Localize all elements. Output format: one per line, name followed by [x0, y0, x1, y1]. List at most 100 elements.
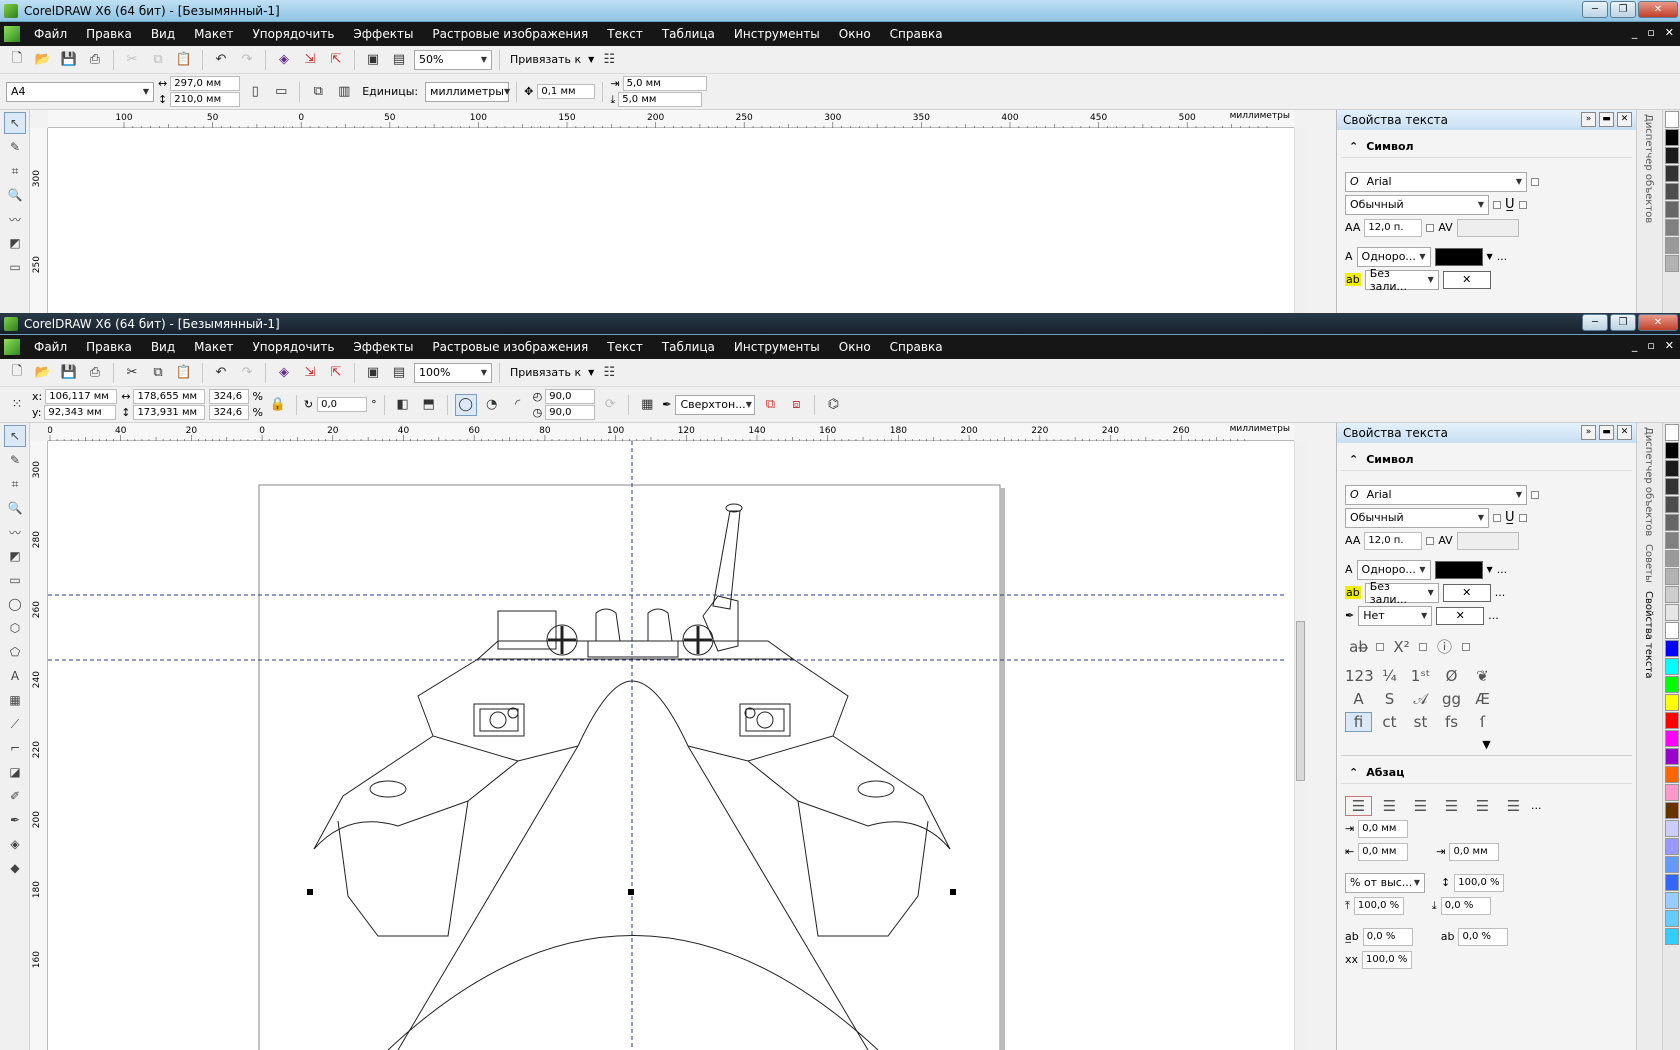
ligature-fs-icon[interactable]: fs	[1438, 713, 1465, 731]
app-launcher-icon[interactable]: ▣	[362, 49, 384, 71]
options-icon[interactable]: ☷	[598, 362, 620, 384]
docker-expand-icon[interactable]: »	[1581, 425, 1596, 440]
font-size-input[interactable]: 12,0 п.	[1364, 531, 1423, 550]
outline-tool-icon[interactable]: ✒	[4, 809, 26, 831]
menu-window[interactable]: Окно	[839, 340, 871, 354]
copy-icon[interactable]: ⧉	[147, 49, 169, 71]
selection-handle[interactable]	[307, 889, 313, 895]
menu-file[interactable]: Файл	[34, 340, 67, 354]
menu-bitmaps[interactable]: Растровые изображения	[432, 340, 588, 354]
color-swatch[interactable]	[1665, 748, 1679, 765]
table-tool-icon[interactable]: ▦	[4, 689, 26, 711]
color-swatch[interactable]	[1665, 219, 1679, 236]
units-select[interactable]: миллиметры ▼	[425, 81, 510, 102]
no-fill-swatch[interactable]: ✕	[1442, 583, 1491, 602]
all-pages-icon[interactable]: ⧉	[307, 81, 329, 103]
character-section-header[interactable]: ⌃ Символ	[1341, 449, 1632, 471]
before-paragraph-input[interactable]: 100,0 %	[1353, 896, 1404, 915]
bg-more-button[interactable]: ...	[1495, 586, 1506, 599]
expand-more-icon[interactable]: ▼	[1482, 738, 1490, 751]
first-line-indent-input[interactable]: 0,0 мм	[1358, 819, 1409, 838]
object-height-input[interactable]: 173,931 мм	[133, 405, 206, 420]
ligature-fi-icon[interactable]: ﬁ	[1345, 711, 1372, 732]
portrait-icon[interactable]: ▯	[244, 81, 266, 103]
save-icon[interactable]: 💾	[58, 49, 80, 71]
align-none-icon[interactable]: ☰	[1345, 795, 1372, 816]
to-front-icon[interactable]: ⧉	[759, 394, 781, 416]
undo-icon[interactable]: ↶	[210, 362, 232, 384]
fill-color-swatch[interactable]	[1434, 560, 1483, 579]
color-swatch[interactable]	[1665, 201, 1679, 218]
rotation-input[interactable]: 0,0	[317, 397, 368, 412]
language-spacing-input[interactable]: 100,0 %	[1362, 950, 1413, 969]
color-swatch[interactable]	[1665, 874, 1679, 891]
pick-tool-icon[interactable]: ↖	[4, 425, 26, 447]
object-width-input[interactable]: 178,655 мм	[133, 389, 206, 404]
fill-color-swatch[interactable]	[1434, 247, 1483, 266]
text-tool-icon[interactable]: A	[4, 665, 26, 687]
scale-width-input[interactable]: 324,6	[209, 389, 250, 404]
menu-arrange[interactable]: Упорядочить	[252, 27, 334, 41]
color-swatch[interactable]	[1665, 586, 1679, 603]
color-swatch[interactable]	[1665, 694, 1679, 711]
import-icon[interactable]: ⇲	[299, 362, 321, 384]
vertical-ruler[interactable]: 300 280 260 240 220 200 180 160	[30, 441, 48, 1050]
menu-table[interactable]: Таблица	[662, 27, 715, 41]
doc-minimize-icon[interactable]: _	[1632, 26, 1638, 39]
menu-edit[interactable]: Правка	[86, 27, 132, 41]
blend-tool-icon[interactable]: ◪	[4, 761, 26, 783]
object-manager-tab[interactable]: Диспетчер объектов	[1637, 110, 1660, 227]
duplicate-x-input[interactable]: 5,0 мм	[622, 76, 707, 91]
close-button[interactable]: ✕	[1638, 1, 1678, 18]
docker-expand-icon[interactable]: »	[1581, 112, 1596, 127]
lock-ratio-icon[interactable]: 🔒	[267, 394, 289, 416]
freehand-tool-icon[interactable]: 〰	[4, 521, 26, 543]
color-swatch[interactable]	[1665, 237, 1679, 254]
doc-minimize-icon[interactable]: _	[1632, 339, 1638, 352]
pie-icon[interactable]: ◔	[481, 394, 503, 416]
menu-view[interactable]: Вид	[151, 27, 175, 41]
smart-fill-tool-icon[interactable]: ◩	[4, 232, 26, 254]
menu-effects[interactable]: Эффекты	[353, 340, 413, 354]
para-more-button[interactable]: ...	[1531, 799, 1542, 812]
cut-icon[interactable]: ✂	[121, 362, 143, 384]
selection-handle[interactable]	[628, 889, 634, 895]
to-back-icon[interactable]: ⧈	[785, 394, 807, 416]
drawing-canvas[interactable]	[48, 441, 1294, 1050]
menu-file[interactable]: Файл	[34, 27, 67, 41]
superscript-icon[interactable]: X²	[1388, 638, 1415, 656]
fill-type-select[interactable]: Одноро... ▼	[1356, 246, 1431, 267]
color-swatch[interactable]	[1665, 424, 1679, 441]
vertical-scrollbar[interactable]	[1294, 128, 1306, 313]
alternates-icon[interactable]: gg	[1438, 690, 1465, 708]
full-screen-preview-icon[interactable]: ▤	[388, 49, 410, 71]
open-folder-icon[interactable]: 📂	[32, 49, 54, 71]
zoom-tool-icon[interactable]: 🔍	[4, 184, 26, 206]
color-swatch[interactable]	[1665, 658, 1679, 675]
close-button[interactable]: ✕	[1638, 314, 1678, 331]
color-swatch[interactable]	[1665, 910, 1679, 927]
ornaments-icon[interactable]: ❦	[1469, 667, 1496, 685]
menu-table[interactable]: Таблица	[662, 340, 715, 354]
color-swatch[interactable]	[1665, 892, 1679, 909]
smart-fill-tool-icon[interactable]: ◩	[4, 545, 26, 567]
doc-close-icon[interactable]: ✕	[1665, 339, 1674, 352]
font-style-select[interactable]: Обычный ▼	[1345, 507, 1489, 528]
fill-type-select[interactable]: Одноро... ▼	[1356, 559, 1431, 580]
force-justify-icon[interactable]: ☰	[1500, 797, 1527, 815]
rectangle-tool-icon[interactable]: ▭	[4, 256, 26, 278]
color-swatch[interactable]	[1665, 838, 1679, 855]
connector-tool-icon[interactable]: ⌐	[4, 737, 26, 759]
docker-close-icon[interactable]: ✕	[1617, 112, 1632, 127]
crop-tool-icon[interactable]: ⌗	[4, 160, 26, 182]
menu-window[interactable]: Окно	[839, 27, 871, 41]
menu-arrange[interactable]: Упорядочить	[252, 340, 334, 354]
color-swatch[interactable]	[1665, 640, 1679, 657]
export-icon[interactable]: ⇱	[325, 49, 347, 71]
right-indent-input[interactable]: 0,0 мм	[1449, 842, 1500, 861]
new-file-icon[interactable]: 🗋	[6, 49, 28, 71]
fill-more-button[interactable]: ...	[1497, 563, 1508, 576]
color-swatch[interactable]	[1665, 568, 1679, 585]
color-swatch[interactable]	[1665, 147, 1679, 164]
page-size-select[interactable]: A4 ▼	[6, 81, 154, 102]
